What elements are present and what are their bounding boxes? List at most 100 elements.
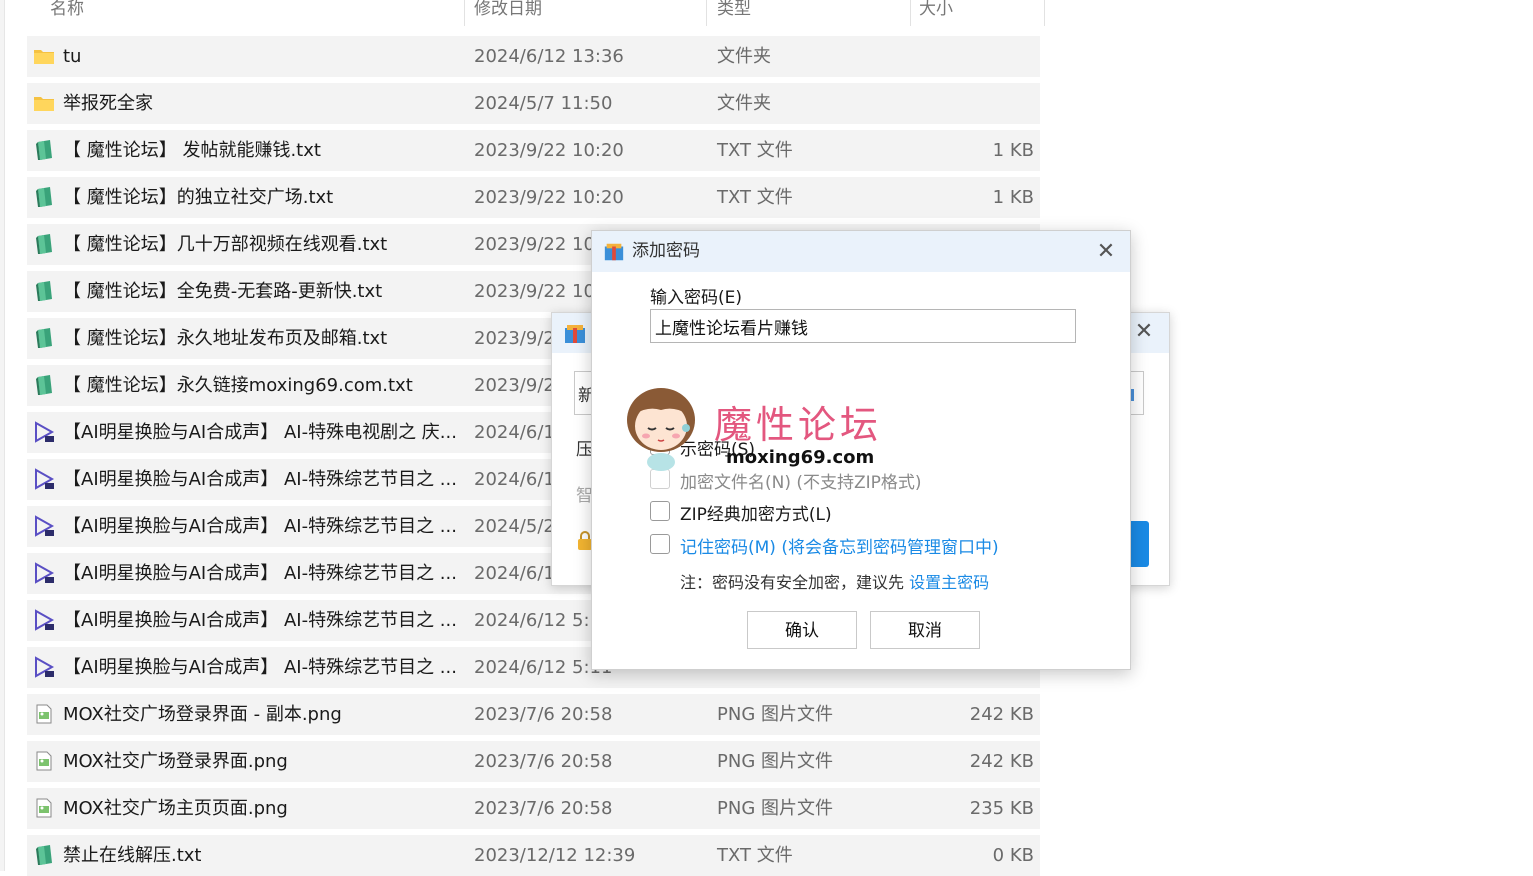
folder-icon [33,92,55,114]
file-row[interactable]: 【 魔性论坛】 发帖就能赚钱.txt 2023/9/22 10:20 TXT 文件 1… [27,130,1040,171]
file-date: 2023/7/6 20:58 [474,798,613,819]
column-header: 名称 修改日期 类型 大小 [26,0,1046,26]
file-name: tu [63,46,82,67]
zip-classic-checkbox[interactable] [650,501,670,521]
remember-password-checkbox[interactable] [650,534,670,554]
password-input[interactable] [650,309,1076,343]
file-type: PNG 图片文件 [717,751,833,772]
file-row[interactable]: tu 2024/6/12 13:36 文件夹 [27,36,1040,77]
background-dialog-close-button[interactable]: ✕ [1129,317,1159,347]
set-master-password-link[interactable]: 设置主密码 [909,573,989,592]
file-size: 1 KB [992,187,1034,208]
remember-password-label[interactable]: 记住密码(M) (将会备忘到密码管理窗口中) [680,533,999,558]
file-type: PNG 图片文件 [717,704,833,725]
dialog-title: 添加密码 [632,241,700,261]
watermark: 魔性论坛 moxing69.com [620,384,900,474]
file-row[interactable]: MOX社交广场主页页面.png 2023/7/6 20:58 PNG 图片文件 235… [27,788,1040,829]
video-file-icon [33,562,55,584]
txt-file-icon [33,139,55,161]
txt-file-icon [33,280,55,302]
dialog-titlebar: 添加密码 ✕ [592,231,1130,272]
file-name: 【 魔性论坛】永久地址发布页及邮箱.txt [63,328,388,349]
left-edge [0,0,5,871]
txt-file-icon [33,374,55,396]
file-name: 【AI明星换脸与AI合成声】 AI-特殊综艺节目之 ... [63,657,457,678]
file-name: 禁止在线解压.txt [63,845,202,866]
video-file-icon [33,421,55,443]
ok-button[interactable]: 确认 [747,611,857,649]
file-row[interactable]: MOX社交广场登录界面.png 2023/7/6 20:58 PNG 图片文件 242… [27,741,1040,782]
file-date: 2023/9/22 10:20 [474,140,624,161]
column-separator[interactable] [1044,0,1045,26]
dialog-close-button[interactable]: ✕ [1090,236,1122,268]
file-date: 2023/9/22 10 [474,234,595,255]
column-type[interactable]: 类型 [693,0,867,24]
mascot-girl-icon [627,388,695,471]
file-type: TXT 文件 [717,187,793,208]
watermark-url: moxing69.com [726,447,875,468]
png-file-icon [33,703,55,725]
winrar-icon [604,243,624,261]
file-date: 2023/7/6 20:58 [474,704,613,725]
file-name: MOX社交广场主页页面.png [63,798,288,819]
file-name: 举报死全家 [63,93,153,114]
file-date: 2023/12/12 12:39 [474,845,636,866]
txt-file-icon [33,186,55,208]
video-file-icon [33,609,55,631]
file-row[interactable]: 禁止在线解压.txt 2023/12/12 12:39 TXT 文件 0 KB [27,835,1040,876]
file-name: 【 魔性论坛】全免费-无套路-更新快.txt [63,281,383,302]
file-size: 235 KB [969,798,1034,819]
file-date: 2024/6/12 5: [474,610,590,631]
file-type: TXT 文件 [717,845,793,866]
txt-file-icon [33,327,55,349]
video-file-icon [33,468,55,490]
column-name[interactable]: 名称 [26,0,450,24]
file-name: 【AI明星换脸与AI合成声】 AI-特殊电视剧之 庆... [63,422,457,443]
watermark-logo: 魔性论坛 [714,403,883,447]
file-type: PNG 图片文件 [717,798,833,819]
txt-file-icon [33,233,55,255]
winrar-icon [565,325,585,343]
file-name: 【 魔性论坛】 发帖就能赚钱.txt [63,140,321,161]
column-size[interactable]: 大小 [895,0,1019,24]
file-date: 2023/9/22 10 [474,281,595,302]
file-name: 【 魔性论坛】几十万部视频在线观看.txt [63,234,388,255]
png-file-icon [33,750,55,772]
file-date: 2024/6/12 13:36 [474,46,624,67]
security-note-text: 注：密码没有安全加密，建议先 [680,573,910,592]
file-size: 0 KB [992,845,1034,866]
file-name: MOX社交广场登录界面 - 副本.png [63,704,342,725]
file-name: 【AI明星换脸与AI合成声】 AI-特殊综艺节目之 ... [63,610,457,631]
png-file-icon [33,797,55,819]
file-date: 2024/6/1 [474,563,555,584]
folder-icon [33,45,55,67]
security-note: 注：密码没有安全加密，建议先 设置主密码 [680,569,989,593]
cancel-button[interactable]: 取消 [870,611,980,649]
zip-classic-label[interactable]: ZIP经典加密方式(L) [680,500,832,525]
file-date: 2024/6/1 [474,422,555,443]
video-file-icon [33,515,55,537]
file-date: 2023/9/22 10:20 [474,187,624,208]
file-date: 2024/5/2 [474,516,555,537]
file-size: 1 KB [992,140,1034,161]
file-row[interactable]: 举报死全家 2024/5/7 11:50 文件夹 [27,83,1040,124]
file-name: MOX社交广场登录界面.png [63,751,288,772]
file-name: 【 魔性论坛】的独立社交广场.txt [63,187,334,208]
file-name: 【 魔性论坛】永久链接moxing69.com.txt [63,375,413,396]
file-type: 文件夹 [717,93,771,114]
file-date: 2023/9/2 [474,375,555,396]
file-name: 【AI明星换脸与AI合成声】 AI-特殊综艺节目之 ... [63,469,457,490]
column-date[interactable]: 修改日期 [450,0,674,24]
file-name: 【AI明星换脸与AI合成声】 AI-特殊综艺节目之 ... [63,516,457,537]
txt-file-icon [33,844,55,866]
file-name: 【AI明星换脸与AI合成声】 AI-特殊综艺节目之 ... [63,563,457,584]
file-type: TXT 文件 [717,140,793,161]
password-label: 输入密码(E) [650,288,743,308]
file-date: 2023/7/6 20:58 [474,751,613,772]
file-type: 文件夹 [717,46,771,67]
file-row[interactable]: MOX社交广场登录界面 - 副本.png 2023/7/6 20:58 PNG 图片… [27,694,1040,735]
file-date: 2024/5/7 11:50 [474,93,613,114]
file-size: 242 KB [969,704,1034,725]
file-date: 2024/6/1 [474,469,555,490]
file-row[interactable]: 【 魔性论坛】的独立社交广场.txt 2023/9/22 10:20 TXT 文件 1… [27,177,1040,218]
